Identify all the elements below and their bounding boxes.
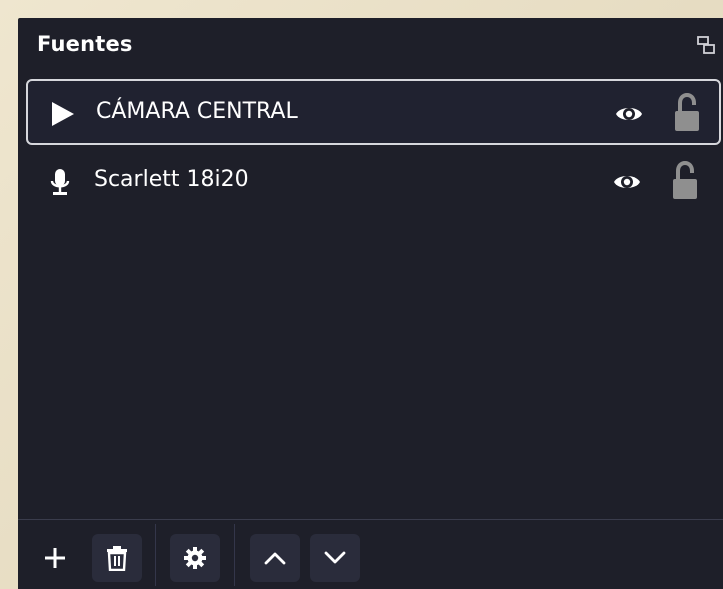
visibility-eye-icon[interactable] <box>615 101 643 127</box>
source-row-camara-central[interactable]: CÁMARA CENTRAL <box>26 79 721 145</box>
unlocked-lock-icon[interactable] <box>669 160 701 201</box>
toolbar-separator <box>155 524 156 586</box>
move-up-button[interactable] <box>250 534 300 582</box>
microphone-icon <box>46 168 74 196</box>
toolbar-separator <box>234 524 235 586</box>
source-label: CÁMARA CENTRAL <box>96 99 298 124</box>
undock-icon[interactable] <box>697 36 715 54</box>
plus-icon <box>45 548 65 568</box>
chevron-down-icon <box>324 551 346 564</box>
remove-source-button[interactable] <box>92 534 142 582</box>
source-row-scarlett[interactable]: Scarlett 18i20 <box>26 149 721 215</box>
gear-icon <box>184 547 206 569</box>
dock-header: Fuentes <box>18 18 723 74</box>
sources-dock: Fuentes CÁMARA CENTRAL Scarlett 18i20 <box>18 18 723 589</box>
sources-toolbar <box>18 519 723 589</box>
unlocked-lock-icon[interactable] <box>671 92 703 133</box>
source-properties-button[interactable] <box>170 534 220 582</box>
trash-icon <box>107 546 127 571</box>
add-source-button[interactable] <box>30 534 80 582</box>
dock-title: Fuentes <box>37 32 133 56</box>
sources-list: CÁMARA CENTRAL Scarlett 18i20 <box>26 79 721 519</box>
source-label: Scarlett 18i20 <box>94 167 249 192</box>
visibility-eye-icon[interactable] <box>613 169 641 195</box>
play-icon <box>48 100 76 128</box>
move-down-button[interactable] <box>310 534 360 582</box>
chevron-up-icon <box>264 552 286 565</box>
